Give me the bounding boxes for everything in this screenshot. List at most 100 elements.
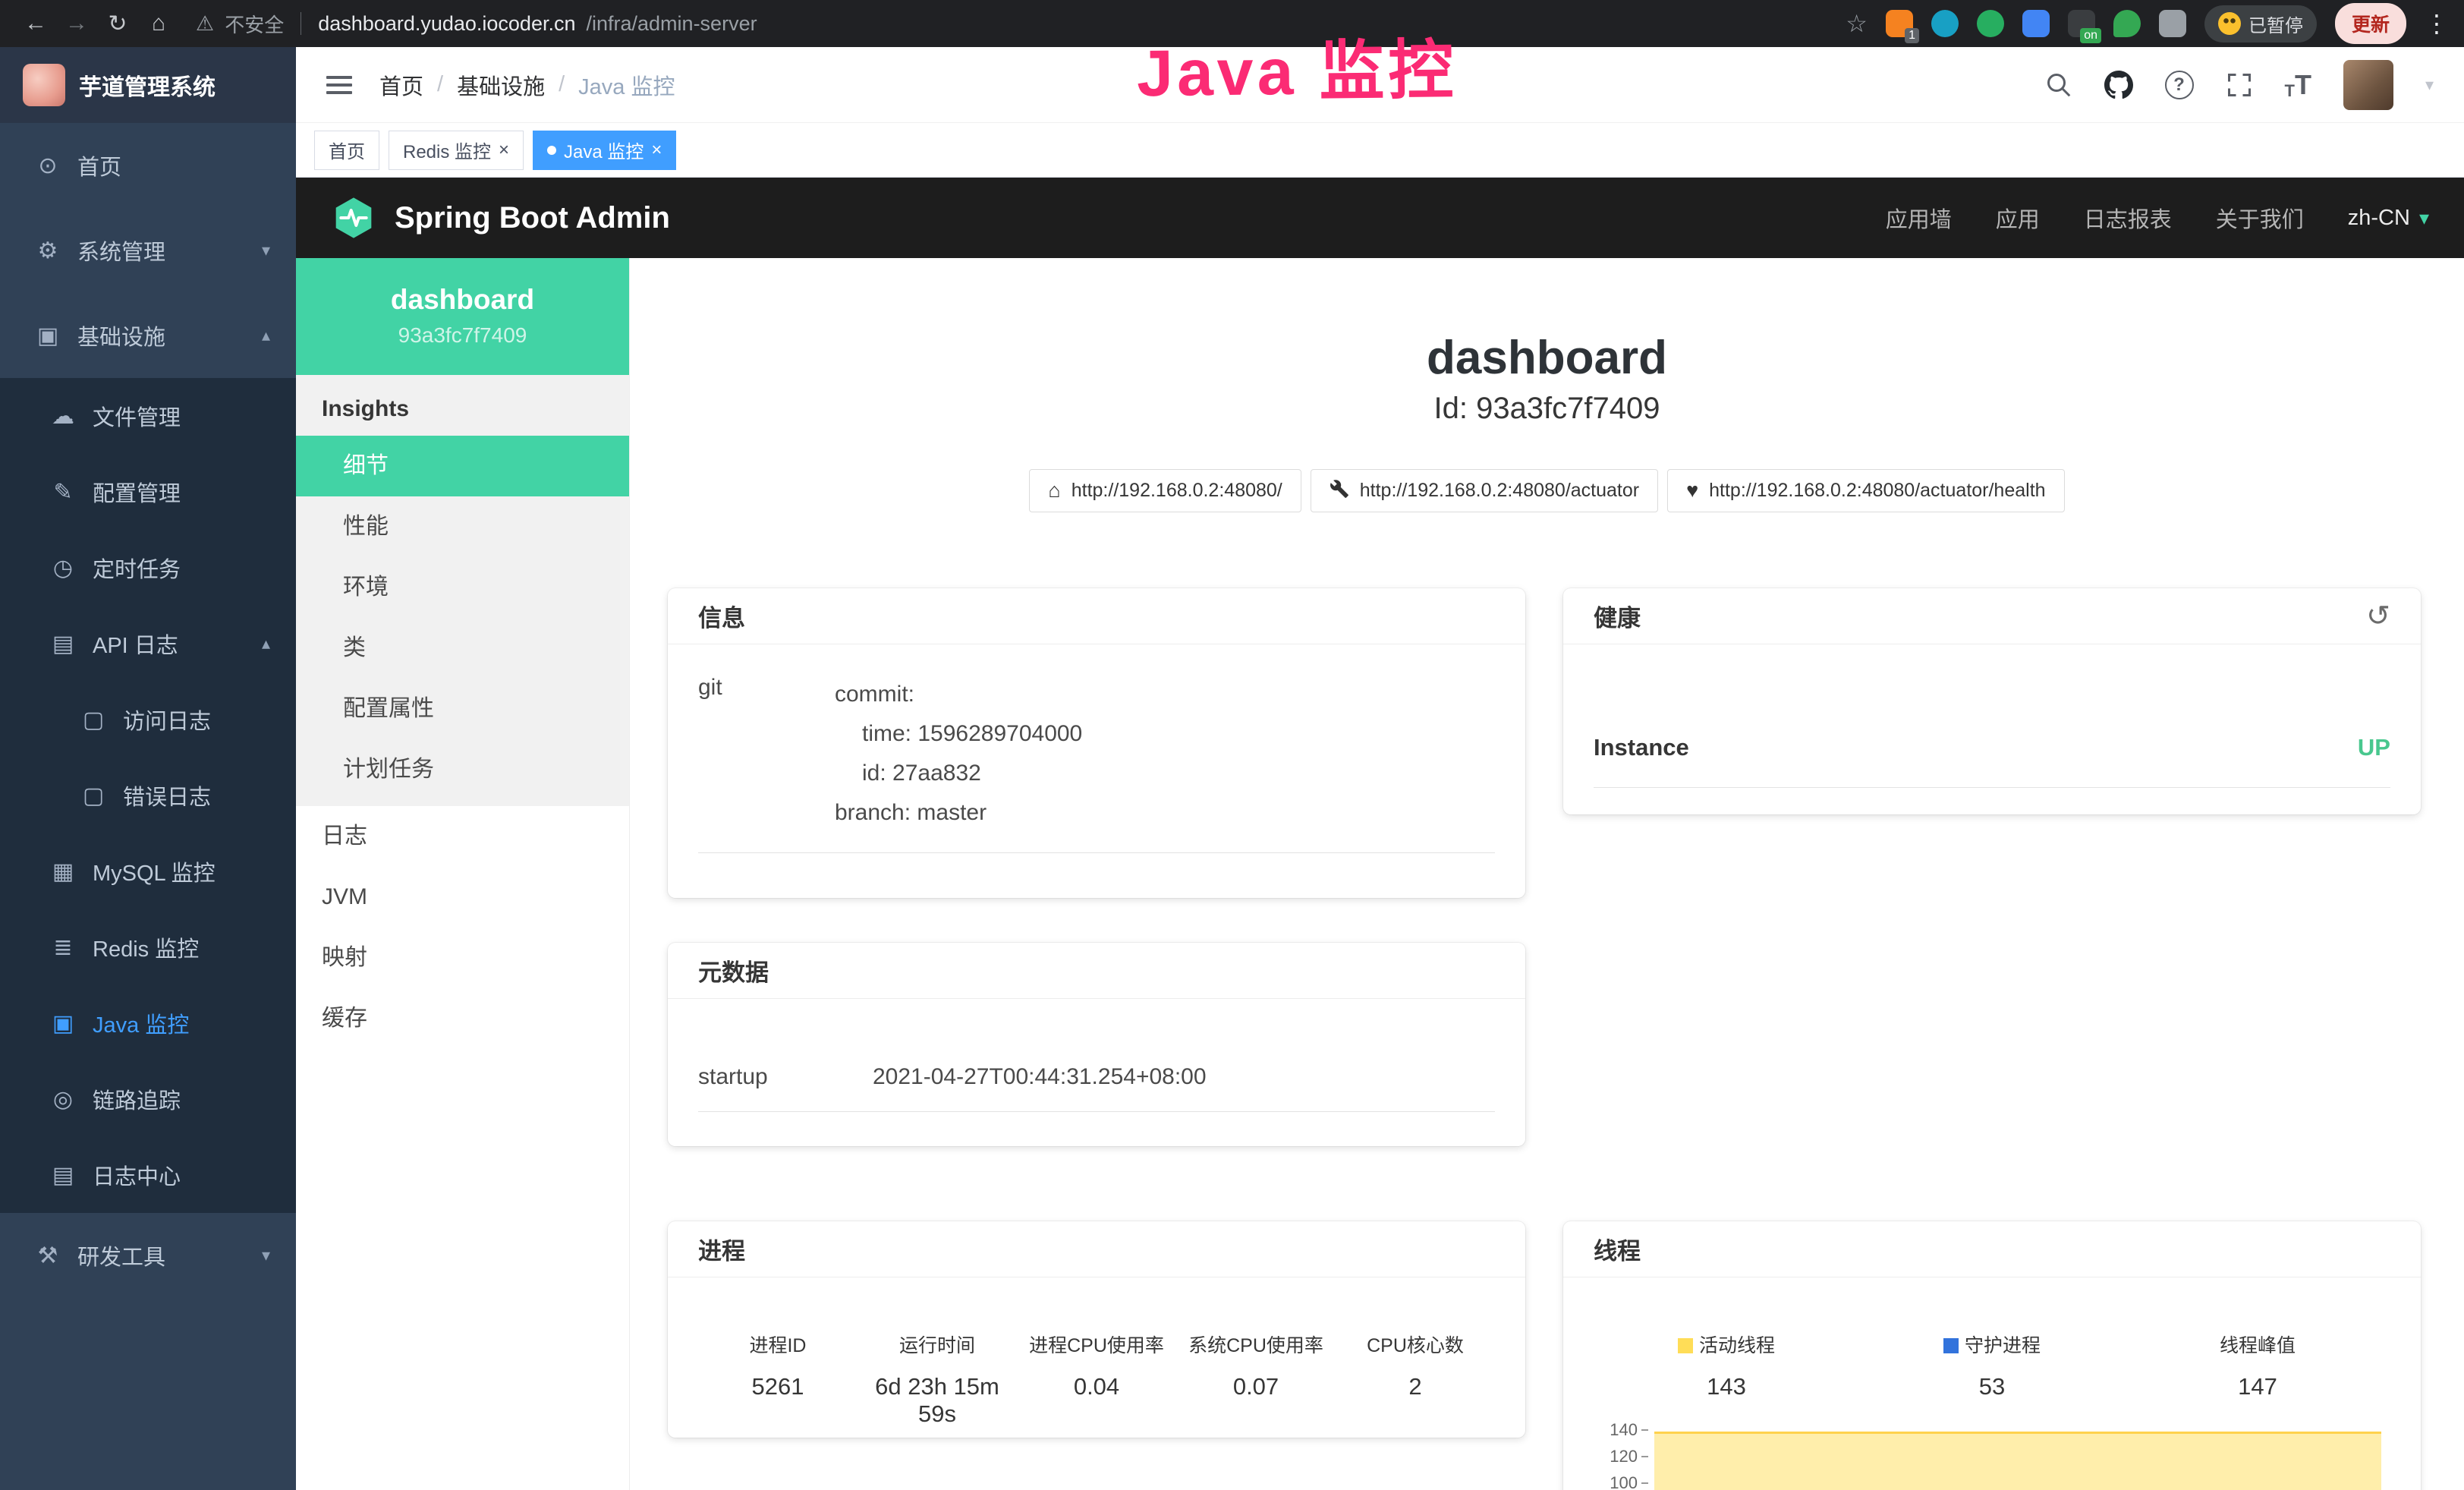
tab-java-monitor[interactable]: Java 监控 × <box>533 131 676 170</box>
sidebar-item-mysql-monitor[interactable]: ▦ MySQL 监控 <box>0 833 296 909</box>
health-instance-label: Instance <box>1594 734 1689 761</box>
sba-item-caches[interactable]: 缓存 <box>296 988 629 1049</box>
fullscreen-icon[interactable] <box>2226 71 2253 99</box>
extension-icon-drop[interactable] <box>1931 10 1959 37</box>
metadata-card-body: startup 2021-04-27T00:44:31.254+08:00 <box>668 999 1525 1112</box>
home-icon: ⌂ <box>1048 480 1060 501</box>
sidebar-item-dev-tools[interactable]: ⚒ 研发工具 ▾ <box>0 1213 296 1298</box>
startup-value: 2021-04-27T00:44:31.254+08:00 <box>873 1064 1207 1090</box>
back-icon[interactable]: ← <box>15 11 56 36</box>
tab-redis-monitor[interactable]: Redis 监控 × <box>389 131 524 170</box>
insights-group: Insights 细节 性能 环境 类 配置属性 计划任务 <box>296 375 629 806</box>
tags-view-bar: 首页 Redis 监控 × Java 监控 × <box>296 123 2464 178</box>
sidebar-item-java-monitor[interactable]: ▣ Java 监控 <box>0 985 296 1061</box>
sidebar-item-scheduled-jobs[interactable]: ◷ 定时任务 <box>0 530 296 606</box>
sba-item-classes[interactable]: 类 <box>296 618 629 679</box>
sidebar-item-log-center[interactable]: ▤ 日志中心 <box>0 1137 296 1213</box>
locale-selector[interactable]: zh-CN ▾ <box>2348 206 2429 231</box>
sba-nav-applications[interactable]: 应用 <box>1996 202 2040 234</box>
close-icon[interactable]: × <box>499 140 509 161</box>
sidebar-item-link-tracing[interactable]: ◎ 链路追踪 <box>0 1061 296 1137</box>
breadcrumb-current: Java 监控 <box>578 69 675 101</box>
sba-nav-about[interactable]: 关于我们 <box>2216 202 2304 234</box>
bookmark-star-icon[interactable]: ☆ <box>1846 9 1868 38</box>
user-menu-caret-icon[interactable]: ▾ <box>2425 75 2434 95</box>
paused-extension-pill[interactable]: 已暂停 <box>2204 5 2317 43</box>
sba-item-jvm[interactable]: JVM <box>296 867 629 928</box>
threads-chart: 140 120 100 <box>1594 1419 2390 1490</box>
legend-label: 活动线程 <box>1699 1335 1775 1356</box>
extension-icon-orange[interactable]: 1 <box>1886 10 1913 37</box>
chevron-up-icon: ▴ <box>262 634 270 654</box>
col-cpus: CPU核心数 <box>1336 1331 1495 1358</box>
refresh-icon[interactable]: ↻ <box>97 11 138 37</box>
chrome-update-button[interactable]: 更新 <box>2335 3 2406 44</box>
val-daemon-threads: 53 <box>1859 1373 2125 1400</box>
sidebar-label: 定时任务 <box>93 552 181 584</box>
url-path: /infra/admin-server <box>587 12 757 36</box>
collapse-sidebar-icon[interactable] <box>326 71 352 99</box>
sba-nav-wallboard[interactable]: 应用墙 <box>1886 202 1952 234</box>
sidebar-item-config-mgmt[interactable]: ✎ 配置管理 <box>0 454 296 530</box>
browser-home-icon[interactable]: ⌂ <box>138 11 179 36</box>
sidebar-item-access-logs[interactable]: ▢ 访问日志 <box>0 682 296 758</box>
actuator-url-link[interactable]: http://192.168.0.2:48080/actuator <box>1311 469 1658 512</box>
tab-label: Redis 监控 <box>403 137 491 163</box>
process-values-row: 5261 6d 23h 15m 59s 0.04 0.07 2 <box>698 1373 1495 1428</box>
history-icon[interactable]: ↺ <box>2366 599 2390 633</box>
sidebar-item-api-logs[interactable]: ▤ API 日志 ▴ <box>0 606 296 682</box>
user-avatar[interactable] <box>2343 60 2393 110</box>
sidebar-item-infrastructure[interactable]: ▣ 基础设施 ▴ <box>0 293 296 378</box>
extension-icon-green[interactable] <box>1977 10 2004 37</box>
chevron-down-icon: ▾ <box>2419 206 2429 230</box>
legend-label: 守护进程 <box>1965 1335 2041 1356</box>
app-logo-row[interactable]: 芋道管理系统 <box>0 47 296 123</box>
instance-header[interactable]: dashboard 93a3fc7f7409 <box>296 258 629 375</box>
sidebar-label: 系统管理 <box>77 235 165 266</box>
breadcrumb-home[interactable]: 首页 <box>379 69 423 101</box>
address-bar[interactable]: ⚠ 不安全 dashboard.yudao.iocoder.cn/infra/a… <box>196 10 757 38</box>
health-url-link[interactable]: ♥ http://192.168.0.2:48080/actuator/heal… <box>1667 469 2064 512</box>
browser-menu-icon[interactable]: ⋮ <box>2425 9 2449 38</box>
extension-icon-toggle[interactable]: on <box>2068 10 2095 37</box>
extension-icon-leaf[interactable] <box>2113 10 2141 37</box>
sba-item-config-props[interactable]: 配置属性 <box>296 679 629 739</box>
sba-item-details[interactable]: 细节 <box>296 436 629 496</box>
active-dot <box>547 146 556 155</box>
legend-peak-threads: 线程峰值 <box>2125 1331 2390 1358</box>
sba-item-environment[interactable]: 环境 <box>296 557 629 618</box>
sidebar-item-file-mgmt[interactable]: ☁ 文件管理 <box>0 378 296 454</box>
sba-brand[interactable]: Spring Boot Admin <box>331 195 670 241</box>
github-icon[interactable] <box>2104 71 2133 99</box>
security-label: 不安全 <box>225 10 284 38</box>
extension-icon-grid[interactable] <box>2022 10 2050 37</box>
health-instance-row[interactable]: Instance UP <box>1594 734 2390 788</box>
forward-icon[interactable]: → <box>56 11 97 36</box>
link-label: http://192.168.0.2:48080/actuator <box>1360 480 1639 502</box>
blue-swatch-icon <box>1943 1338 1959 1353</box>
breadcrumb-infrastructure[interactable]: 基础设施 <box>457 69 545 101</box>
sidebar-item-system-mgmt[interactable]: ⚙ 系统管理 ▾ <box>0 208 296 293</box>
close-icon[interactable]: × <box>651 140 662 161</box>
sba-nav-journal[interactable]: 日志报表 <box>2084 202 2172 234</box>
process-card: 进程 进程ID 运行时间 进程CPU使用率 系统CPU使用率 CPU核心数 52… <box>668 1221 1525 1438</box>
git-label: git <box>698 675 835 833</box>
sba-item-metrics[interactable]: 性能 <box>296 496 629 557</box>
font-size-icon[interactable]: TT <box>2285 69 2311 101</box>
sba-item-mappings[interactable]: 映射 <box>296 928 629 988</box>
sba-item-logs[interactable]: 日志 <box>296 806 629 867</box>
sidebar-item-error-logs[interactable]: ▢ 错误日志 <box>0 758 296 833</box>
app-sidebar: 芋道管理系统 ⊙ 首页 ⚙ 系统管理 ▾ ▣ 基础设施 ▴ ☁ 文件管理 ✎ 配… <box>0 47 296 1490</box>
sba-brand-title: Spring Boot Admin <box>395 201 670 235</box>
tab-home[interactable]: 首页 <box>314 131 379 170</box>
sba-item-scheduled-tasks[interactable]: 计划任务 <box>296 739 629 800</box>
annotation-overlay: Java 监控 <box>1136 17 1458 115</box>
sidebar-item-redis-monitor[interactable]: ≣ Redis 监控 <box>0 909 296 985</box>
service-url-link[interactable]: ⌂ http://192.168.0.2:48080/ <box>1029 469 1301 512</box>
help-icon[interactable]: ? <box>2165 71 2194 99</box>
sidebar-item-home[interactable]: ⊙ 首页 <box>0 123 296 208</box>
sidebar-label: 首页 <box>77 150 121 181</box>
health-status-badge: UP <box>2358 734 2390 761</box>
extensions-puzzle-icon[interactable] <box>2159 10 2186 37</box>
search-icon[interactable] <box>2045 71 2072 99</box>
